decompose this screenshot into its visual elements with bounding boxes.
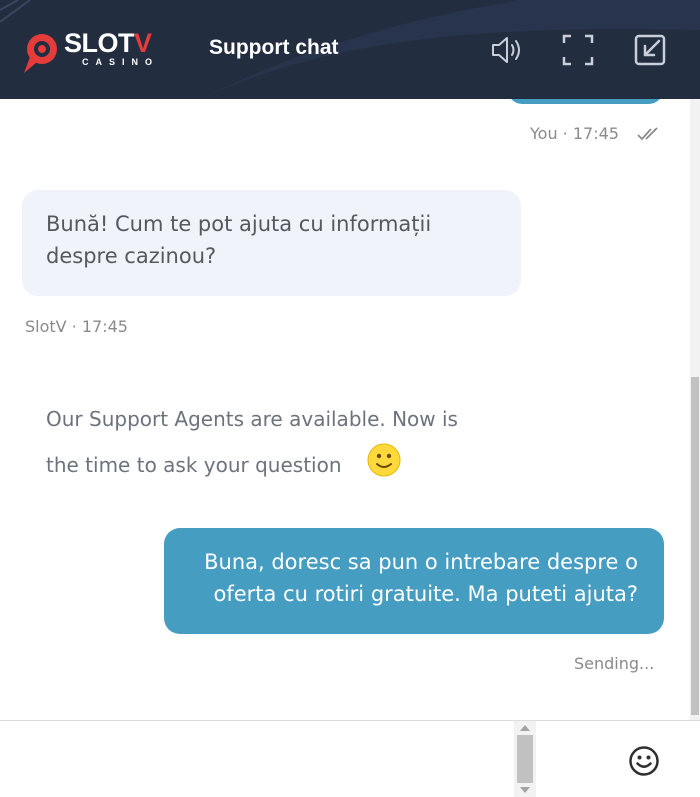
sound-toggle-button[interactable] bbox=[490, 32, 526, 68]
logo-rocket-icon bbox=[24, 34, 57, 73]
fullscreen-icon bbox=[562, 34, 594, 66]
message-status: Sending... bbox=[574, 654, 655, 673]
message-meta: SlotV · 17:45 bbox=[25, 317, 128, 336]
system-message: Our Support Agents are available. Now is… bbox=[46, 407, 458, 477]
scrollbar-thumb[interactable] bbox=[691, 377, 699, 715]
input-scrollbar-thumb[interactable] bbox=[517, 735, 533, 783]
smiley-icon bbox=[629, 746, 659, 776]
double-check-icon bbox=[637, 127, 658, 141]
minimize-chat-button[interactable] bbox=[632, 32, 668, 68]
chat-header: SLOTV CASINO Support chat bbox=[0, 0, 700, 99]
incoming-message-bubble: Bună! Cum te pot ajuta cu informații des… bbox=[22, 190, 521, 296]
outgoing-message-bubble: Buna, doresc sa pun o intrebare despre o… bbox=[164, 528, 664, 634]
minimize-icon bbox=[634, 34, 666, 66]
fullscreen-button[interactable] bbox=[560, 32, 596, 68]
smiley-emoji bbox=[367, 443, 401, 477]
messages-scrollbar[interactable] bbox=[690, 99, 700, 720]
chat-title: Support chat bbox=[209, 36, 339, 59]
brand-subtitle: CASINO bbox=[82, 57, 160, 67]
brand-name: SLOTV bbox=[64, 28, 152, 58]
brand-logo: SLOTV CASINO bbox=[20, 27, 160, 77]
scroll-down-arrow-icon[interactable] bbox=[520, 787, 530, 793]
message-meta: You · 17:45 bbox=[530, 124, 619, 143]
outgoing-message-bubble-partial bbox=[508, 99, 663, 104]
message-composer bbox=[0, 720, 700, 797]
message-input[interactable] bbox=[0, 721, 514, 797]
emoji-picker-button[interactable] bbox=[628, 745, 660, 781]
message-list[interactable]: You · 17:45 Bună! Cum te pot ajuta cu in… bbox=[0, 99, 690, 720]
speaker-icon bbox=[492, 37, 520, 63]
input-scrollbar[interactable] bbox=[514, 721, 536, 797]
scroll-up-arrow-icon[interactable] bbox=[520, 725, 530, 731]
